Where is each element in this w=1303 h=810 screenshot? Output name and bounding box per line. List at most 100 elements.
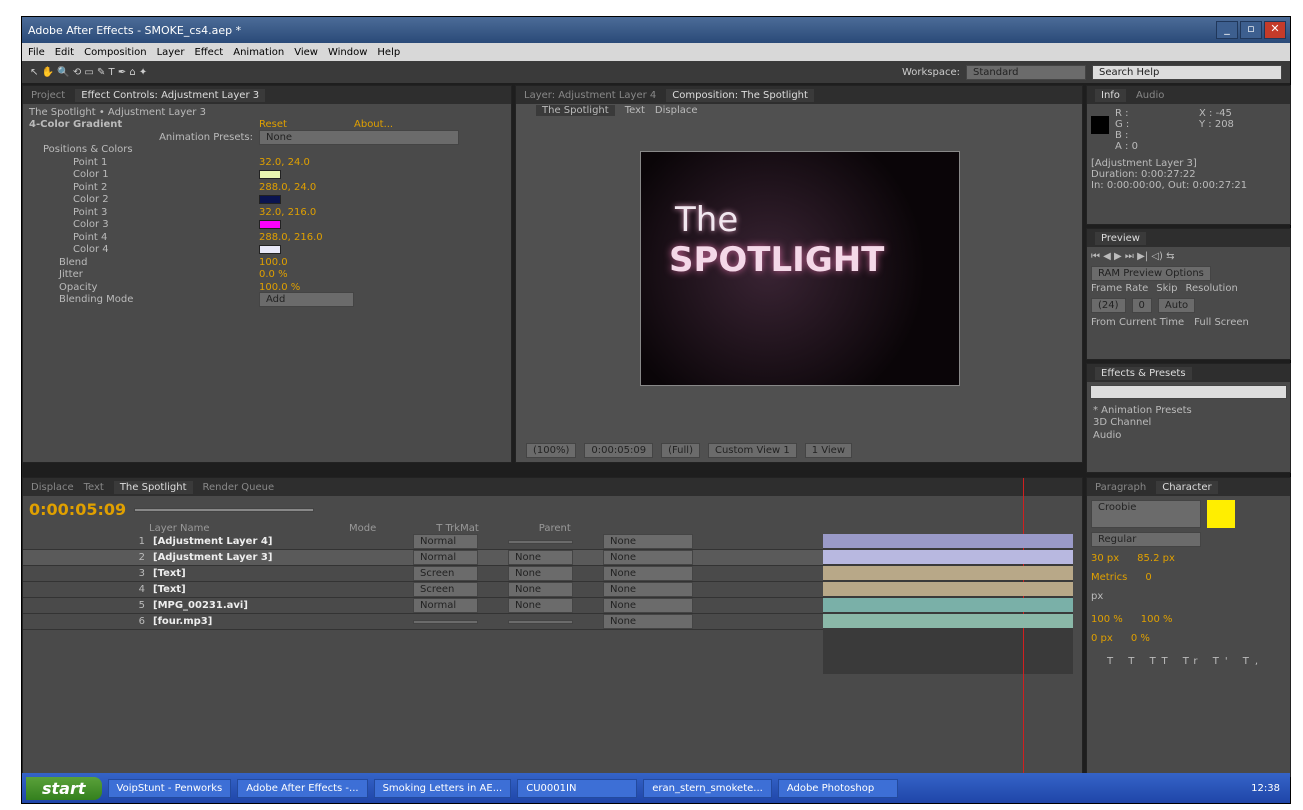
fill-color-swatch[interactable] — [1207, 500, 1235, 528]
restore-button[interactable]: ▫ — [1240, 21, 1262, 39]
layer-parent[interactable]: None — [603, 566, 693, 581]
timeline-tab[interactable]: Render Queue — [203, 482, 275, 493]
layer-mode[interactable]: Screen — [413, 582, 478, 597]
workspace-select[interactable]: Standard — [966, 64, 1086, 80]
layer-name[interactable]: [Adjustment Layer 3] — [153, 552, 413, 563]
tab-effects-presets[interactable]: Effects & Presets — [1095, 366, 1192, 380]
effects-item[interactable]: 3D Channel — [1093, 417, 1284, 430]
font-select[interactable]: Croobie — [1091, 500, 1201, 528]
menu-item-window[interactable]: Window — [328, 47, 367, 58]
tracking[interactable]: 0 — [1145, 572, 1151, 583]
taskbar-item[interactable]: VoipStunt - Penworks — [107, 778, 232, 798]
tab-info[interactable]: Info — [1095, 88, 1126, 102]
views-select[interactable]: 1 View — [804, 443, 853, 458]
kerning[interactable]: Metrics — [1091, 572, 1127, 583]
opacity-value[interactable]: 100.0 % — [259, 282, 300, 293]
layer-duration-bar[interactable] — [823, 614, 1073, 628]
layer-mode[interactable]: Screen — [413, 566, 478, 581]
tab-audio[interactable]: Audio — [1136, 90, 1164, 101]
taskbar-item[interactable]: eran_stern_smokete... — [643, 778, 772, 798]
comp-viewer[interactable]: The SPOTLIGHT — [640, 151, 960, 386]
search-help-input[interactable]: Search Help — [1092, 64, 1282, 80]
font-size[interactable]: 30 px — [1091, 553, 1119, 564]
resolution-select[interactable]: (Full) — [661, 443, 700, 458]
menu-item-effect[interactable]: Effect — [194, 47, 223, 58]
resolution-preview-select[interactable]: Auto — [1157, 298, 1196, 313]
table-row[interactable]: 6 [four.mp3] None — [23, 614, 823, 630]
color-swatch[interactable] — [259, 220, 281, 230]
layer-trkmat[interactable]: None — [508, 566, 573, 581]
minimize-button[interactable]: _ — [1216, 21, 1238, 39]
menu-item-composition[interactable]: Composition — [84, 47, 146, 58]
leading[interactable]: 85.2 px — [1137, 553, 1175, 564]
menu-item-view[interactable]: View — [294, 47, 318, 58]
presets-select[interactable]: None — [259, 129, 459, 145]
layer-trkmat[interactable] — [508, 619, 573, 624]
text-style-buttons[interactable]: T T TT Tr T' T, — [1087, 646, 1290, 677]
jitter-value[interactable]: 0.0 % — [259, 269, 288, 280]
layer-trkmat[interactable] — [508, 539, 573, 544]
layer-mode[interactable] — [413, 619, 478, 624]
timeline-tab[interactable]: Text — [84, 482, 104, 493]
layer-parent[interactable]: None — [603, 550, 693, 565]
effects-search-input[interactable] — [1090, 385, 1287, 399]
layer-parent[interactable]: None — [603, 534, 693, 549]
layer-name[interactable]: [four.mp3] — [153, 616, 413, 627]
menu-item-edit[interactable]: Edit — [55, 47, 74, 58]
prop-value[interactable]: 288.0, 24.0 — [259, 182, 316, 193]
tab-project[interactable]: Project — [31, 90, 65, 101]
taskbar-item[interactable]: Adobe Photoshop — [777, 778, 898, 798]
layer-name[interactable]: [Adjustment Layer 4] — [153, 536, 413, 547]
start-button[interactable]: start — [26, 776, 102, 800]
layer-trkmat[interactable]: None — [508, 598, 573, 613]
vertical-scale[interactable]: 100 % — [1091, 614, 1123, 625]
menu-item-layer[interactable]: Layer — [157, 47, 185, 58]
menu-item-file[interactable]: File — [28, 47, 45, 58]
horizontal-scale[interactable]: 100 % — [1141, 614, 1173, 625]
tab-layer[interactable]: Layer: Adjustment Layer 4 — [524, 90, 656, 101]
skip-select[interactable]: 0 — [1131, 298, 1152, 313]
color-swatch[interactable] — [259, 170, 281, 180]
blending-mode-select[interactable]: Add — [259, 292, 354, 308]
tsume[interactable]: 0 % — [1131, 633, 1150, 644]
menu-item-animation[interactable]: Animation — [233, 47, 284, 58]
layer-mode[interactable]: Normal — [413, 598, 478, 613]
from-current-checkbox[interactable]: From Current Time — [1091, 317, 1184, 328]
zoom-select[interactable]: (100%) — [526, 443, 577, 458]
menu-item-help[interactable]: Help — [377, 47, 400, 58]
stroke-width[interactable]: px — [1091, 591, 1103, 602]
tab-character[interactable]: Character — [1156, 480, 1218, 494]
about-link[interactable]: About... — [354, 119, 393, 130]
layer-mode[interactable]: Normal — [413, 534, 478, 549]
timeline-current-time[interactable]: 0:00:05:09 — [29, 500, 126, 519]
prop-value[interactable]: 32.0, 216.0 — [259, 207, 316, 218]
frame-rate-select[interactable]: (24) — [1091, 298, 1126, 313]
layer-duration-bar[interactable] — [823, 582, 1073, 596]
tools-icons[interactable]: ↖ ✋ 🔍 ⟲ ▭ ✎ T ✒ ⌂ ✦ — [30, 67, 147, 78]
style-select[interactable]: Regular — [1091, 532, 1201, 547]
layer-parent[interactable]: None — [603, 614, 693, 629]
full-screen-checkbox[interactable]: Full Screen — [1194, 317, 1249, 328]
layer-parent[interactable]: None — [603, 598, 693, 613]
baseline-shift[interactable]: 0 px — [1091, 633, 1113, 644]
close-button[interactable]: ✕ — [1264, 21, 1286, 39]
reset-link[interactable]: Reset — [259, 119, 354, 130]
layer-name[interactable]: [MPG_00231.avi] — [153, 600, 413, 611]
layer-name[interactable]: [Text] — [153, 568, 413, 579]
ram-preview-select[interactable]: RAM Preview Options — [1091, 266, 1211, 281]
tab-preview[interactable]: Preview — [1095, 231, 1146, 245]
taskbar-item[interactable]: CU0001IN — [517, 778, 638, 798]
layer-name[interactable]: [Text] — [153, 584, 413, 595]
color-swatch[interactable] — [259, 195, 281, 205]
table-row[interactable]: 5 [MPG_00231.avi] Normal None None — [23, 598, 823, 614]
crumb-text[interactable]: Text — [625, 105, 645, 116]
group-header[interactable]: Positions & Colors — [29, 144, 505, 157]
tab-composition[interactable]: Composition: The Spotlight — [666, 88, 814, 102]
table-row[interactable]: 1 [Adjustment Layer 4] Normal None — [23, 534, 823, 550]
crumb-spotlight[interactable]: The Spotlight — [536, 104, 615, 116]
layer-mode[interactable]: Normal — [413, 550, 478, 565]
prop-value[interactable]: 32.0, 24.0 — [259, 157, 310, 168]
layer-duration-bar[interactable] — [823, 534, 1073, 548]
table-row[interactable]: 3 [Text] Screen None None — [23, 566, 823, 582]
layer-duration-bar[interactable] — [823, 598, 1073, 612]
